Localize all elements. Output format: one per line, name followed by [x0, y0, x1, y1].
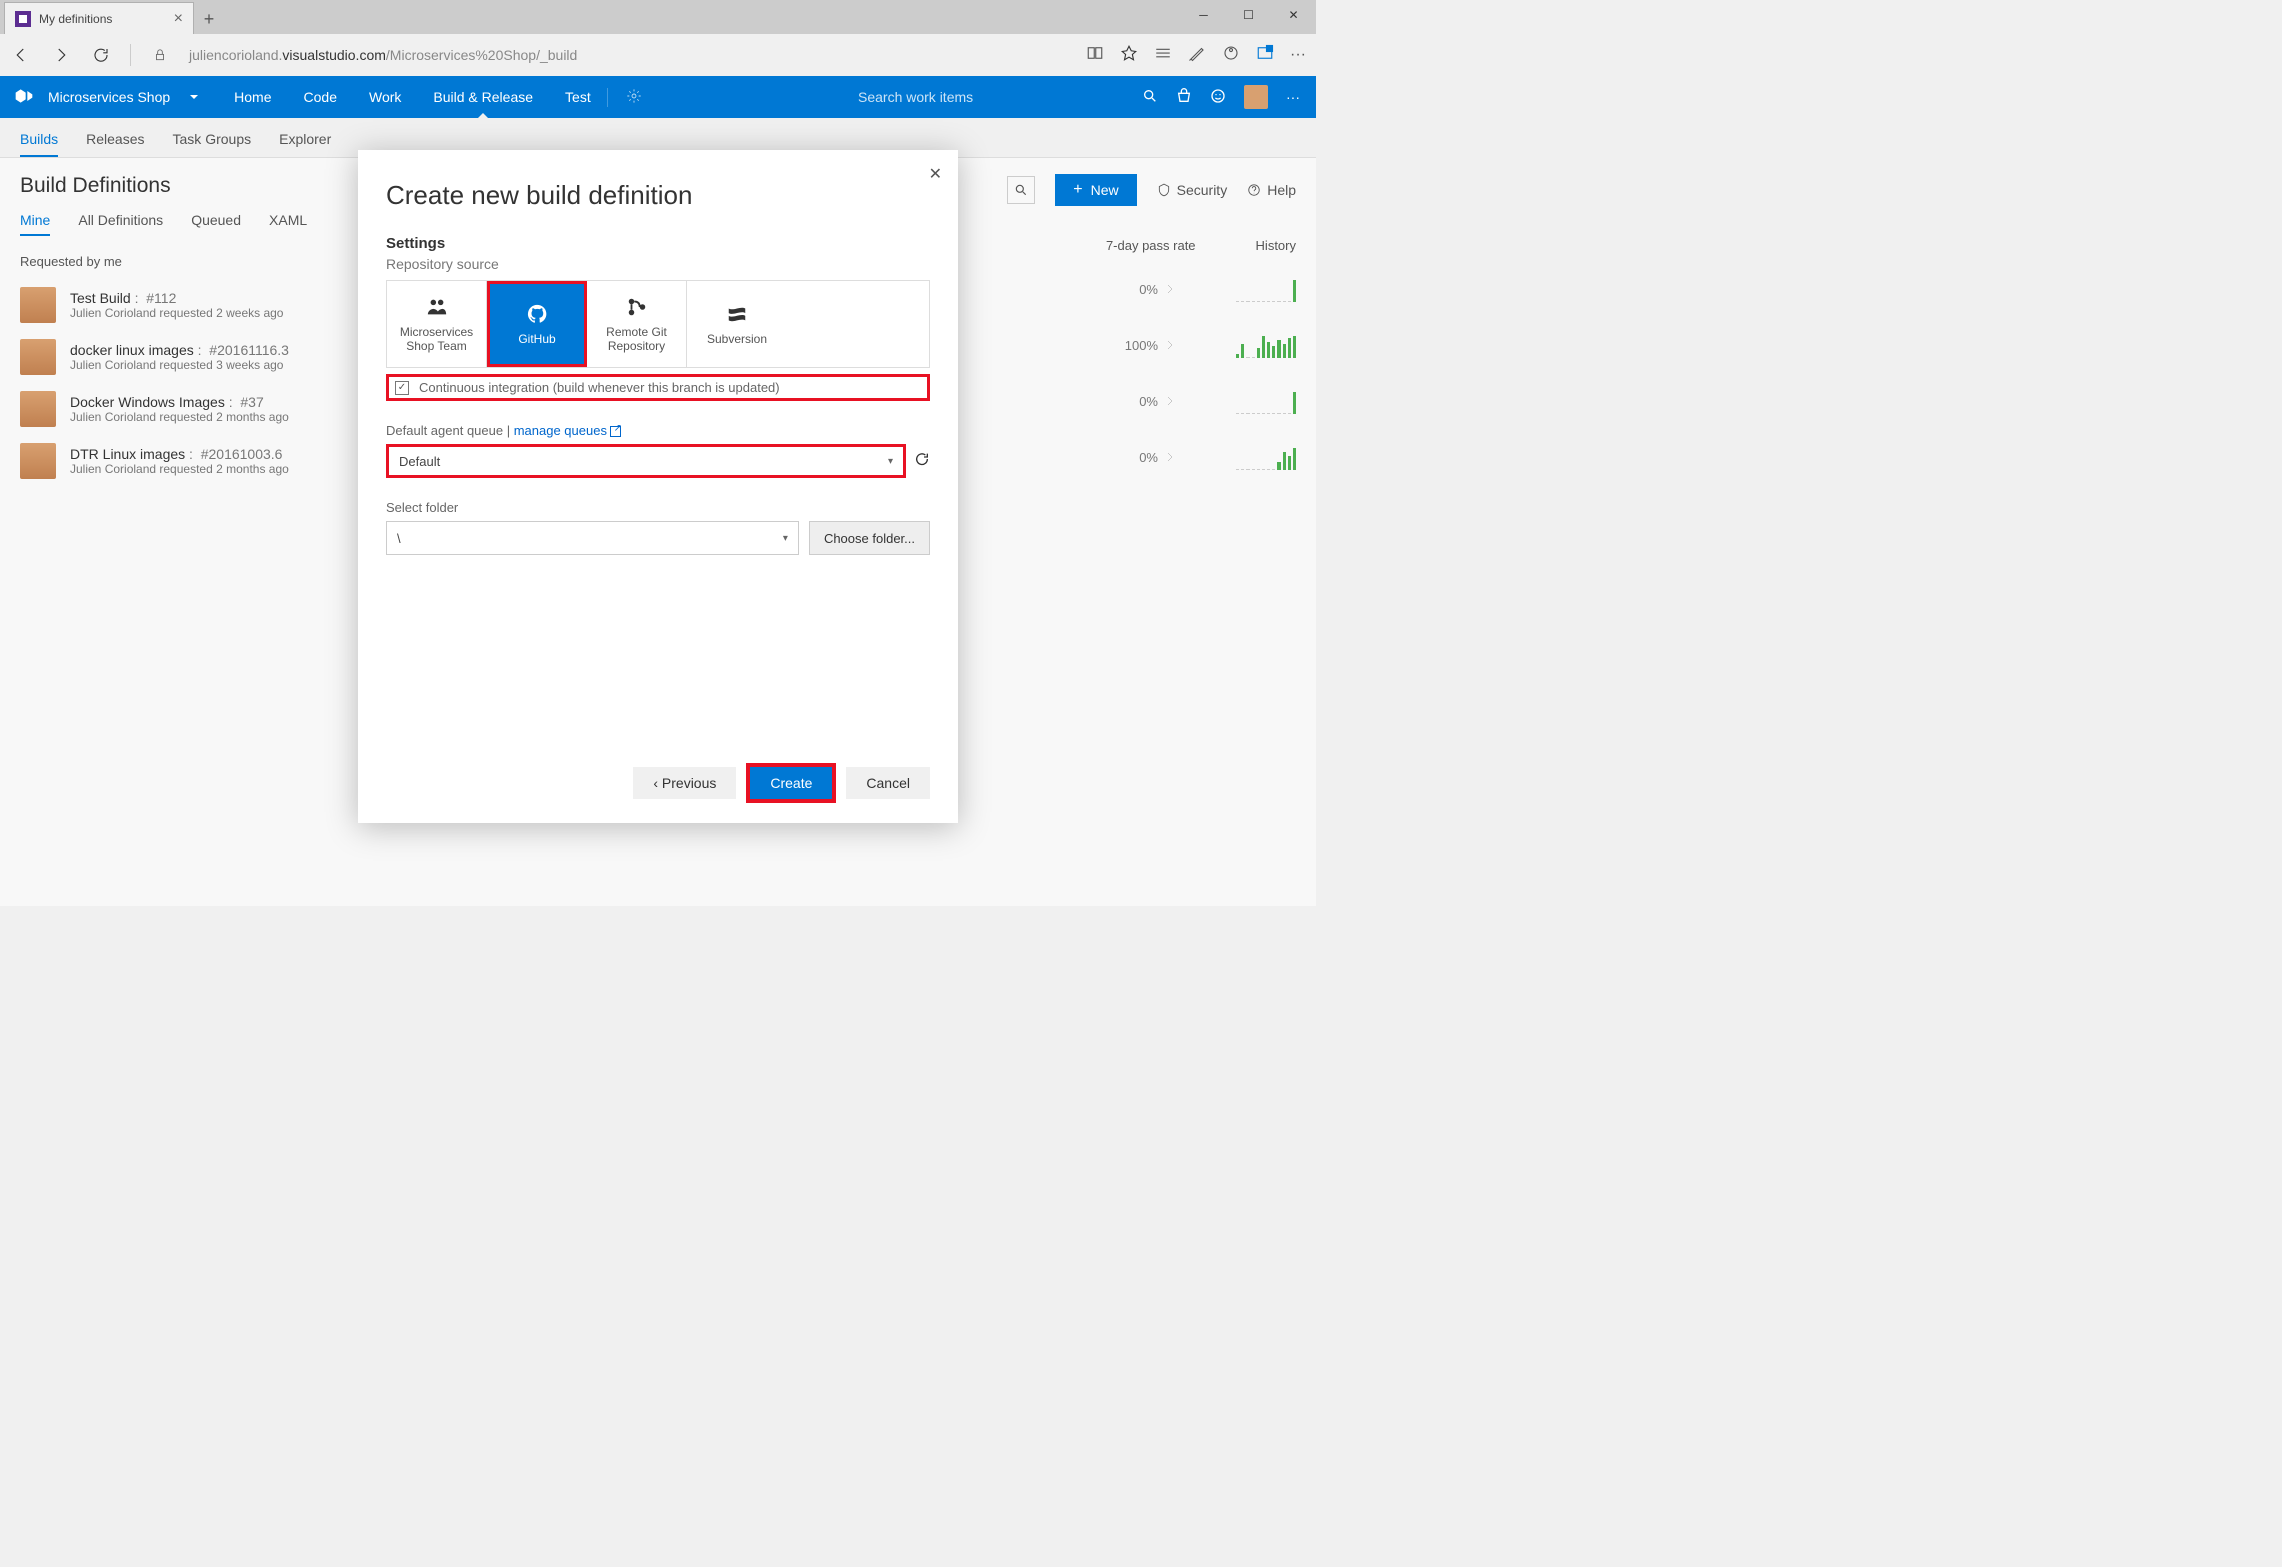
repo-icon [523, 303, 551, 328]
repo-icon [423, 296, 451, 321]
continuous-integration-checkbox[interactable]: ✓ Continuous integration (build whenever… [386, 374, 930, 401]
refresh-queues-button[interactable] [914, 451, 930, 472]
previous-button[interactable]: ‹ Previous [633, 767, 736, 799]
manage-queues-link[interactable]: manage queues [514, 423, 621, 438]
settings-heading: Settings [386, 235, 930, 252]
repo-source-microservices-shop-team[interactable]: Microservices Shop Team [387, 281, 487, 367]
repo-source-github[interactable]: GitHub [487, 281, 587, 367]
close-modal-button[interactable]: ✕ [929, 164, 942, 184]
create-button[interactable]: Create [746, 763, 836, 803]
external-link-icon [610, 426, 621, 437]
repo-source-remote-git-repository[interactable]: Remote Git Repository [587, 281, 687, 367]
agent-queue-select[interactable]: Default ▾ [386, 444, 906, 478]
chevron-down-icon: ▾ [888, 456, 893, 467]
cancel-button[interactable]: Cancel [846, 767, 930, 799]
checkbox-icon: ✓ [395, 381, 409, 395]
repo-icon [723, 303, 751, 328]
agent-queue-label: Default agent queue | manage queues [386, 423, 930, 438]
modal-title: Create new build definition [386, 180, 930, 211]
repo-source-label: Repository source [386, 256, 930, 272]
repo-icon [623, 296, 651, 321]
select-folder-label: Select folder [386, 500, 930, 515]
chevron-down-icon: ▾ [783, 533, 788, 544]
choose-folder-button[interactable]: Choose folder... [809, 521, 930, 555]
modal-overlay: ✕ Create new build definition Settings R… [0, 0, 1316, 906]
create-definition-modal: ✕ Create new build definition Settings R… [358, 150, 958, 823]
repo-source-subversion[interactable]: Subversion [687, 281, 787, 367]
folder-select[interactable]: \ ▾ [386, 521, 799, 555]
